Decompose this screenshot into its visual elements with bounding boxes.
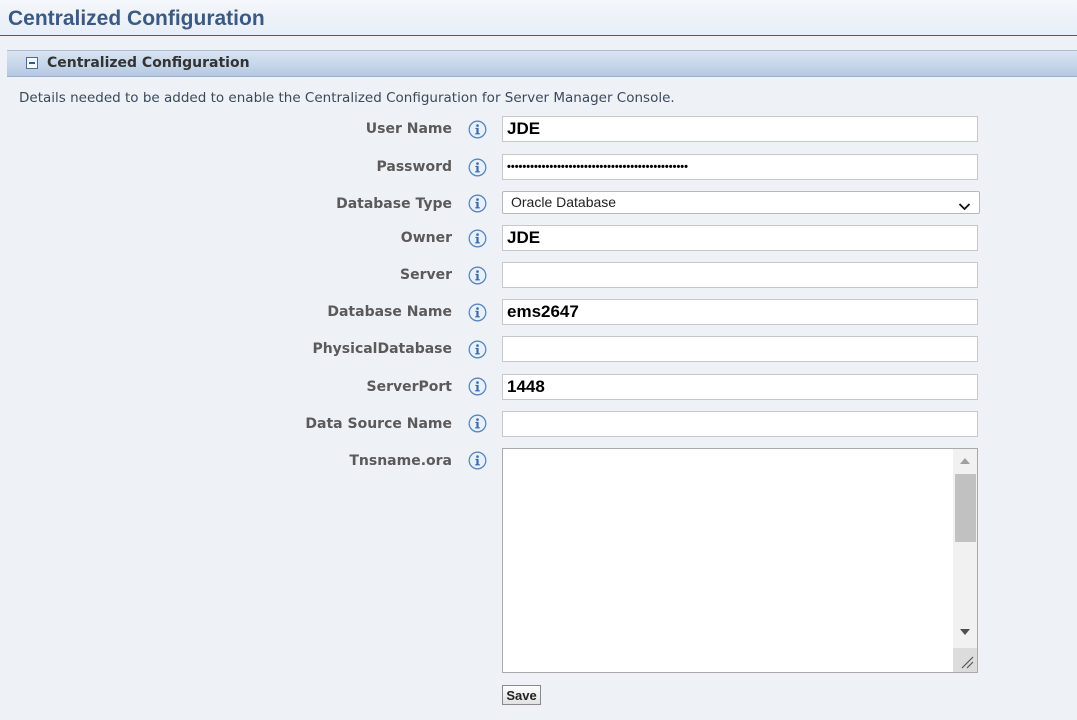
info-icon[interactable] xyxy=(468,303,487,322)
owner-label: Owner xyxy=(400,230,452,246)
section-description: Details needed to be added to enable the… xyxy=(19,90,675,106)
server-label: Server xyxy=(399,267,452,283)
section-title: Centralized Configuration xyxy=(47,55,250,71)
info-icon[interactable] xyxy=(468,194,487,213)
password-input[interactable]: ••••••••••••••••••••••••••••••••••••••••… xyxy=(502,154,978,180)
database-type-label: Database Type xyxy=(336,196,452,212)
database-type-select[interactable]: Oracle Database xyxy=(502,191,980,214)
password-label: Password xyxy=(376,159,452,175)
user-name-label: User Name xyxy=(365,121,452,137)
physical-database-label: PhysicalDatabase xyxy=(312,341,452,357)
chevron-down-icon xyxy=(958,197,971,216)
info-icon[interactable] xyxy=(468,120,487,139)
info-icon[interactable] xyxy=(468,414,487,433)
database-type-value: Oracle Database xyxy=(511,194,617,210)
physical-database-input[interactable] xyxy=(502,336,978,362)
server-port-input[interactable] xyxy=(502,374,978,400)
tnsname-ora-textarea[interactable] xyxy=(502,448,978,673)
data-source-name-label: Data Source Name xyxy=(305,416,452,432)
owner-input[interactable] xyxy=(502,225,978,251)
page-title: Centralized Configuration xyxy=(8,7,265,30)
info-icon[interactable] xyxy=(468,377,487,396)
tnsname-ora-label: Tnsname.ora xyxy=(349,453,452,469)
server-port-label: ServerPort xyxy=(366,379,452,395)
save-button[interactable]: Save xyxy=(502,685,541,705)
scroll-thumb[interactable] xyxy=(955,474,976,542)
info-icon[interactable] xyxy=(468,266,487,285)
scroll-down-arrow-icon[interactable] xyxy=(960,629,970,635)
user-name-input[interactable] xyxy=(502,116,978,142)
info-icon[interactable] xyxy=(468,158,487,177)
info-icon[interactable] xyxy=(468,229,487,248)
textarea-scrollbar[interactable] xyxy=(953,449,977,672)
database-name-label: Database Name xyxy=(327,304,452,320)
data-source-name-input[interactable] xyxy=(502,411,978,437)
scroll-up-arrow-icon[interactable] xyxy=(960,458,970,464)
section-header[interactable]: Centralized Configuration xyxy=(7,50,1077,77)
info-icon[interactable] xyxy=(468,451,487,470)
resize-grip-icon[interactable] xyxy=(953,648,977,672)
database-name-input[interactable] xyxy=(502,299,978,325)
scrollbar-track[interactable] xyxy=(953,449,977,672)
server-input[interactable] xyxy=(502,262,978,288)
page-header: Centralized Configuration xyxy=(0,0,1077,36)
info-icon[interactable] xyxy=(468,340,487,359)
collapse-minus-icon[interactable] xyxy=(26,57,38,69)
